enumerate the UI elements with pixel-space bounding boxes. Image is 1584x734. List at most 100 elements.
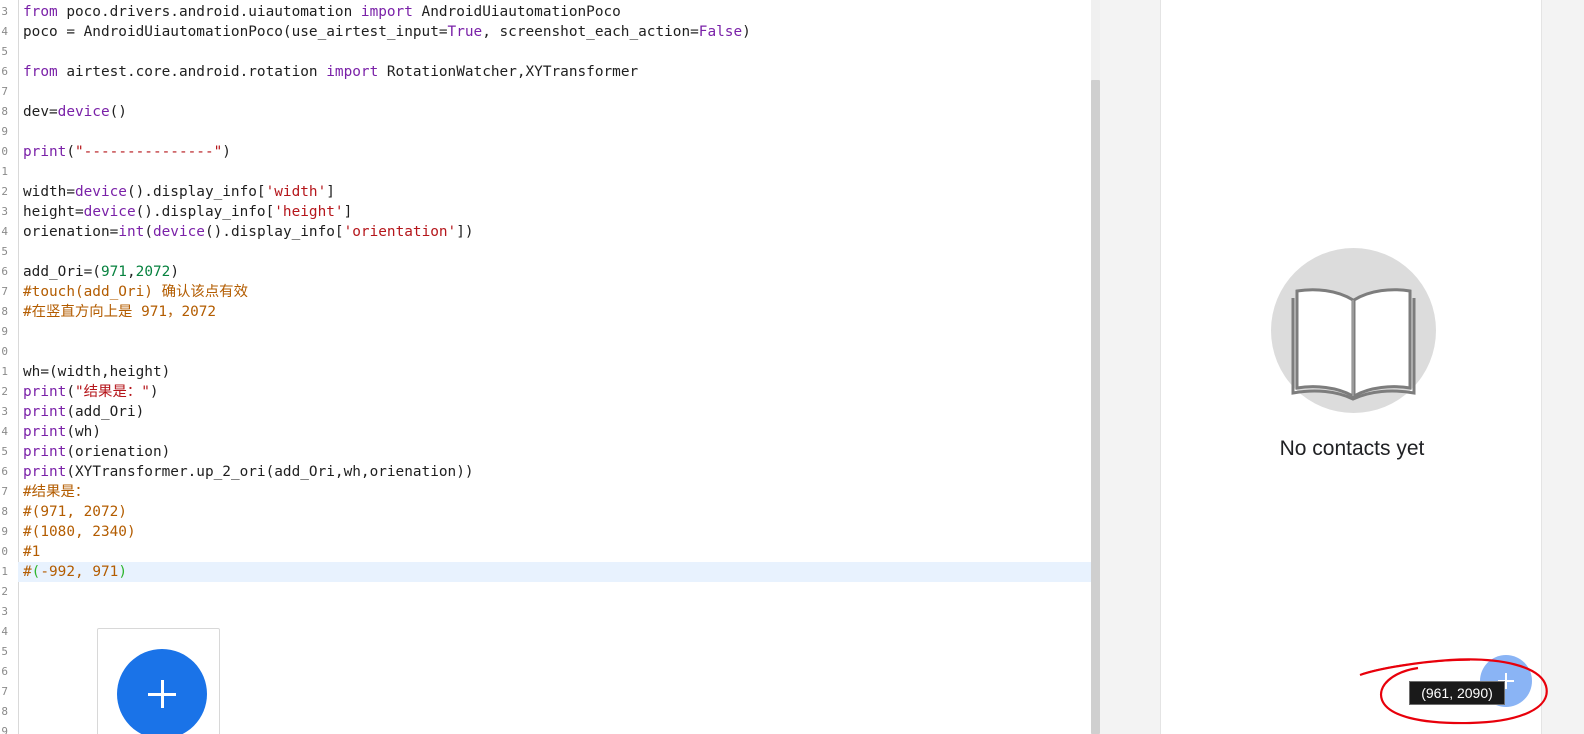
line-number: 7 [1,285,8,298]
line-number: 3 [1,5,8,18]
line-number: 1 [1,165,8,178]
code-line[interactable]: orienation=int(device().display_info['or… [23,222,1092,242]
line-number: 2 [1,585,8,598]
code-line[interactable]: wh=(width,height) [23,362,1092,382]
code-line[interactable]: print(add_Ori) [23,402,1092,422]
code-token: print [23,424,67,440]
code-line[interactable] [23,342,1092,362]
code-token: ().display_info[ [204,224,344,240]
line-number: 9 [1,725,8,734]
code-token: #1 [23,544,41,560]
line-number: 9 [1,325,8,338]
code-line[interactable]: print("---------------") [23,142,1092,162]
code-editor[interactable]: 34567890123456789012345678901234567890 f… [0,0,1092,734]
line-number: 2 [1,185,8,198]
code-token: True [447,24,483,40]
code-line[interactable] [23,242,1092,262]
code-line[interactable]: #(-992, 971) [18,562,1092,582]
code-token: ) [118,564,127,580]
code-token: ) [170,264,179,280]
code-token: ]) [456,224,474,240]
code-token: 971 [100,264,127,280]
code-line[interactable]: print("结果是：") [23,382,1092,402]
code-line[interactable]: #在竖直方向上是 971，2072 [23,302,1092,322]
code-line[interactable]: print(orienation) [23,442,1092,462]
code-line[interactable]: poco = AndroidUiautomationPoco(use_airte… [23,22,1092,42]
editor-scroll-thumb[interactable] [1091,80,1100,734]
code-token: "结果是：" [75,384,150,400]
code-token: RotationWatcher,XYTransformer [378,64,639,80]
code-token: import [360,4,413,20]
line-number: 7 [1,485,8,498]
code-line[interactable]: dev=device() [23,102,1092,122]
code-line[interactable]: add_Ori=(971,2072) [23,262,1092,282]
line-number: 9 [1,525,8,538]
code-line[interactable]: width=device().display_info['width'] [23,182,1092,202]
code-line[interactable]: #touch(add_Ori) 确认该点有效 [23,282,1092,302]
code-line[interactable] [23,122,1092,142]
code-token: ) [222,144,231,160]
line-number: 5 [1,45,8,58]
code-line[interactable] [23,82,1092,102]
code-token: device [74,184,127,200]
code-token: height= [23,204,84,220]
code-line[interactable] [23,322,1092,342]
code-token: device [83,204,136,220]
code-token: wh=(width,height) [23,364,171,380]
code-token: ] [343,204,353,220]
add-contact-button[interactable] [117,649,207,734]
code-token: AndroidUiautomationPoco [412,4,621,20]
line-number: 0 [1,145,8,158]
code-token: "---------------" [75,144,223,160]
code-token: device [57,104,110,120]
line-number: 8 [1,305,8,318]
line-number: 6 [1,465,8,478]
code-line[interactable]: height=device().display_info['height'] [23,202,1092,222]
code-line[interactable] [23,162,1092,182]
code-token: dev= [23,104,58,120]
code-line[interactable]: #(1080, 2340) [23,522,1092,542]
code-token: 'width' [265,184,327,200]
line-number: 5 [1,645,8,658]
code-line[interactable]: #1 [23,542,1092,562]
code-token: ().display_info[ [135,204,275,220]
line-number: 5 [1,245,8,258]
code-token: width= [23,184,75,200]
code-token: -992, 971 [40,564,119,580]
code-token: #在竖直方向上是 971，2072 [23,304,217,320]
code-line[interactable]: from poco.drivers.android.uiautomation i… [23,2,1092,22]
code-token: ) [149,384,159,400]
code-line[interactable]: #(971, 2072) [23,502,1092,522]
code-token: print [23,144,67,160]
line-number: 4 [1,25,8,38]
line-number: 2 [1,385,8,398]
code-token: import [326,64,379,80]
code-token: orienation= [23,224,119,240]
code-line[interactable]: from airtest.core.android.rotation impor… [23,62,1092,82]
line-number: 4 [1,425,8,438]
line-number: 6 [1,265,8,278]
code-token: ( [144,224,153,240]
code-token: #(971, 2072) [23,504,127,520]
empty-state-text: No contacts yet [1279,437,1425,460]
code-line[interactable] [23,42,1092,62]
code-token: from [23,4,58,20]
code-token: # [23,564,32,580]
code-token: ( [66,384,75,400]
code-token: 'orientation' [343,224,457,240]
line-number: 0 [1,545,8,558]
line-number: 1 [1,365,8,378]
code-line[interactable]: #结果是： [23,482,1092,502]
code-token: add_Ori=( [23,264,101,280]
code-token: () [109,104,127,120]
code-token: print [23,384,67,400]
code-token: (add_Ori) [66,404,145,420]
code-token: , [126,264,136,280]
line-number: 7 [1,85,8,98]
code-line[interactable]: print(wh) [23,422,1092,442]
line-number: 3 [1,205,8,218]
code-line[interactable]: print(XYTransformer.up_2_ori(add_Ori,wh,… [23,462,1092,482]
line-number: 6 [1,665,8,678]
code-token: #touch(add_Ori) 确认该点有效 [23,284,248,300]
coordinate-tooltip: (961, 2090) [1409,681,1505,705]
